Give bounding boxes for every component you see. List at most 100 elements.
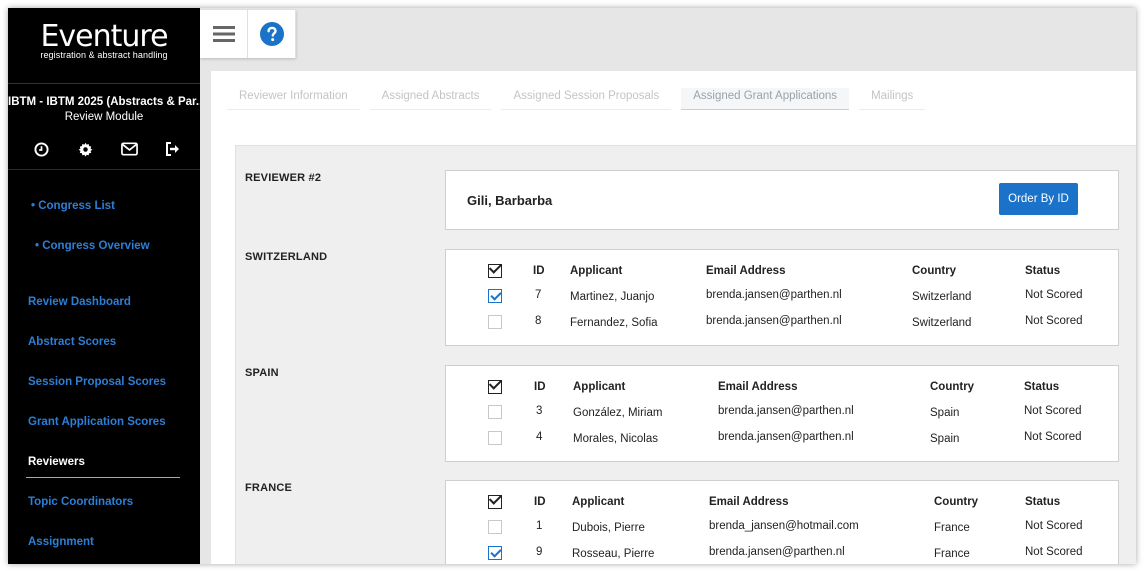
gear-icon[interactable] [76,140,94,158]
select-all-checkbox[interactable] [488,264,502,278]
cell-applicant: Martinez, Juanjo [570,291,655,303]
cell-applicant: Morales, Nicolas [573,433,658,445]
table-header: ID Applicant Email Address Country Status [446,495,1118,511]
sidebar-icon-bar [32,140,182,158]
cell-id: 3 [536,405,543,417]
grant-applications-table: ID Applicant Email Address Country Status 1 Du… [445,480,1119,564]
cell-country: Spain [930,407,960,419]
cell-email: brenda.jansen@parthen.nl [709,546,845,558]
cell-status: Not Scored [1025,520,1083,532]
cell-applicant: Fernandez, Sofia [570,317,658,329]
cell-country: Spain [930,433,960,445]
cell-status: Not Scored [1025,546,1083,558]
cell-country: France [934,548,970,560]
grant-applications-table: ID Applicant Email Address Country Status 3 Go… [445,365,1119,462]
mail-icon[interactable] [120,140,138,158]
app-window: Eventure registration & abstract handlin… [8,8,1136,564]
cell-email: brenda.jansen@parthen.nl [718,431,854,443]
column-header-status: Status [1024,381,1060,393]
row-checkbox[interactable] [488,289,502,303]
column-header-id: ID [534,496,546,508]
menu-button[interactable] [200,10,248,58]
table-row: 4 Morales, Nicolas brenda.jansen@parthen.n… [446,431,1118,453]
table-row: 9 Rosseau, Pierre brenda.jansen@parthen.nl… [446,546,1118,564]
row-checkbox[interactable] [488,520,502,534]
grant-applications-table: ID Applicant Email Address Country Status 7 Ma… [445,249,1119,346]
cell-id: 4 [536,431,543,443]
module-name: Review Module [64,111,144,123]
column-header-id: ID [533,265,545,277]
select-all-checkbox[interactable] [488,495,502,509]
select-all-checkbox[interactable] [488,380,502,394]
row-checkbox[interactable] [488,315,502,329]
sidebar-item-assignment[interactable]: Assignment [28,536,94,548]
table-header: ID Applicant Email Address Country Status [446,380,1118,396]
sidebar-item-abstract-scores[interactable]: Abstract Scores [28,336,116,348]
clock-icon[interactable] [32,140,50,158]
column-header-applicant: Applicant [573,381,626,393]
order-by-id-button[interactable]: Order By ID [999,183,1078,215]
column-header-id: ID [534,381,546,393]
column-header-email: Email Address [718,381,798,393]
sidebar-item-topic-coordinators[interactable]: Topic Coordinators [28,496,133,508]
country-group-label: SWITZERLAND [245,251,328,263]
congress-name: IBTM - IBTM 2025 (Abstracts & Par... [8,96,200,108]
cell-applicant: González, Miriam [573,407,663,419]
cell-country: France [934,522,970,534]
top-bar [200,8,1136,66]
sidebar-item-reviewers[interactable]: Reviewers [28,456,85,468]
main-panel: Reviewer Information Assigned Abstracts … [211,71,1136,564]
tab-mailings[interactable]: Mailings [859,88,926,110]
table-header: ID Applicant Email Address Country Status [446,264,1118,280]
cell-country: Switzerland [912,291,972,303]
sidebar-item-review-dashboard[interactable]: Review Dashboard [28,296,131,308]
table-row: 8 Fernandez, Sofia brenda.jansen@parthen.n… [446,315,1118,337]
table-row: 1 Dubois, Pierre brenda_jansen@hotmail.com… [446,520,1118,542]
column-header-country: Country [930,381,975,393]
reviewer-name: Gili, Barbarba [467,193,553,208]
sidebar-item-congress-overview[interactable]: • Congress Overview [35,240,150,252]
row-checkbox[interactable] [488,405,502,419]
reviewer-card: Gili, Barbarba Order By ID [445,170,1119,230]
logout-icon[interactable] [164,140,182,158]
logo: Eventure registration & abstract handlin… [8,20,200,61]
help-icon [259,22,284,46]
top-button-group [200,10,296,58]
cell-id: 1 [536,520,543,532]
divider [8,169,200,170]
tab-assigned-grant-applications[interactable]: Assigned Grant Applications [681,88,850,110]
divider [8,83,200,84]
tab-reviewer-information[interactable]: Reviewer Information [227,88,360,110]
cell-id: 9 [536,546,543,558]
logo-subtitle: registration & abstract handling [40,50,168,60]
row-checkbox[interactable] [488,546,502,560]
sidebar-item-session-proposal-scores[interactable]: Session Proposal Scores [28,376,166,388]
tab-assigned-abstracts[interactable]: Assigned Abstracts [369,88,492,110]
sidebar: Eventure registration & abstract handlin… [8,8,200,564]
cell-status: Not Scored [1024,431,1082,443]
table-row: 7 Martinez, Juanjo brenda.jansen@parthen.n… [446,289,1118,311]
cell-id: 7 [535,289,542,301]
row-checkbox[interactable] [488,431,502,445]
cell-email: brenda.jansen@parthen.nl [718,405,854,417]
country-group-label: FRANCE [245,482,293,494]
tab-assigned-session-proposals[interactable]: Assigned Session Proposals [501,88,672,110]
cell-id: 8 [535,315,542,327]
cell-status: Not Scored [1025,315,1083,327]
sidebar-item-grant-application-scores[interactable]: Grant Application Scores [28,416,166,428]
cell-status: Not Scored [1025,289,1083,301]
cell-email: brenda.jansen@parthen.nl [706,289,842,301]
active-indicator [26,477,180,478]
column-header-applicant: Applicant [570,265,623,277]
reviewer-label: REVIEWER #2 [245,172,322,184]
column-header-applicant: Applicant [572,496,625,508]
cell-applicant: Rosseau, Pierre [572,548,655,560]
column-header-country: Country [934,496,979,508]
column-header-status: Status [1025,496,1061,508]
cell-email: brenda.jansen@parthen.nl [706,315,842,327]
cell-country: Switzerland [912,317,972,329]
column-header-email: Email Address [706,265,786,277]
cell-applicant: Dubois, Pierre [572,522,645,534]
sidebar-item-congress-list[interactable]: • Congress List [31,200,115,212]
help-button[interactable] [248,10,296,58]
